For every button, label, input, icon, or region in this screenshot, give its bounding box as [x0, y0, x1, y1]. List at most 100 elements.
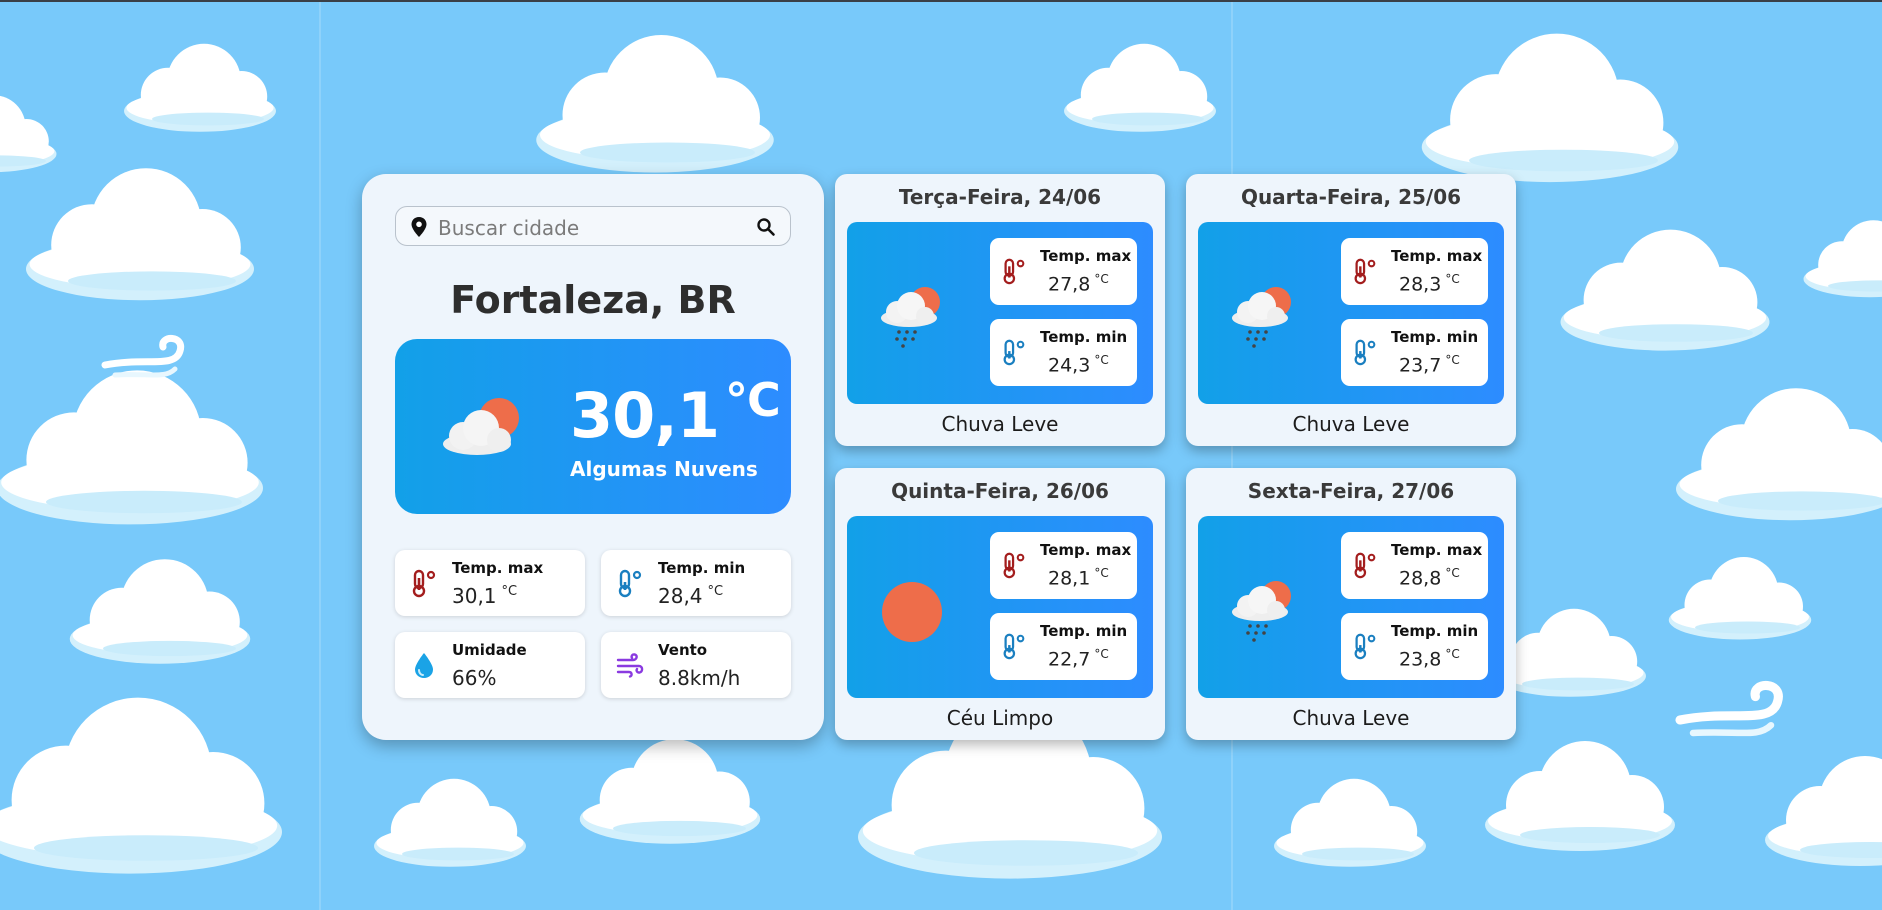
stat-wind: Vento 8.8km/h — [601, 632, 791, 698]
forecast-max-number: 28,8 — [1399, 567, 1442, 590]
temperature-unit: °C — [1094, 272, 1109, 286]
temperature-unit: °C — [1094, 647, 1109, 661]
forecast-max-number: 28,1 — [1048, 567, 1091, 590]
forecast-condition: Céu Limpo — [946, 706, 1054, 730]
forecast-temp-max: Temp. max 28,8 °C — [1341, 532, 1488, 599]
forecast-date: Quinta-Feira, 26/06 — [891, 479, 1109, 503]
stat-value: 30,1 °C — [452, 584, 517, 608]
current-temperature-value: 30,1 — [570, 379, 720, 452]
rain-cloud-sun-icon — [881, 287, 940, 348]
water-drop-icon — [415, 653, 433, 678]
forecast-min-value: 24,3 °C — [1048, 353, 1109, 376]
forecast-condition: Chuva Leve — [941, 412, 1059, 436]
forecast-temp-min: Temp. min 23,8 °C — [1341, 613, 1488, 680]
forecast-min-number: 23,7 — [1399, 354, 1442, 377]
forecast-max-label: Temp. max — [1040, 541, 1132, 559]
wind-icon — [616, 653, 644, 678]
stat-label: Temp. min — [658, 559, 746, 577]
forecast-max-value: 28,3 °C — [1399, 272, 1460, 295]
thermometer-hot-icon — [412, 569, 436, 598]
thermometer-hot-icon — [1003, 552, 1025, 579]
forecast-min-value: 23,7 °C — [1399, 353, 1460, 376]
stat-value: 28,4 °C — [658, 584, 723, 608]
forecast-temp-min: Temp. min 23,7 °C — [1341, 319, 1488, 386]
forecast-max-label: Temp. max — [1391, 541, 1483, 559]
thermometer-cold-icon — [618, 569, 642, 598]
current-weather-card: Fortaleza, BR 30,1°C Algumas Nuvens Temp… — [362, 174, 824, 740]
forecast-max-number: 28,3 — [1399, 273, 1442, 296]
search-box[interactable] — [395, 206, 791, 246]
forecast-temp-max: Temp. max 28,1 °C — [990, 532, 1137, 599]
forecast-panel: Temp. max 27,8 °C Temp. min 24,3 °C — [847, 222, 1153, 404]
forecast-min-label: Temp. min — [1391, 622, 1479, 640]
forecast-min-value: 23,8 °C — [1399, 647, 1460, 670]
thermometer-cold-icon — [1354, 339, 1376, 366]
cloud-sun-icon — [443, 398, 519, 455]
forecast-card: Quarta-Feira, 25/06 Temp. max 28,3 °C Tem… — [1186, 174, 1516, 446]
thermometer-hot-icon — [1003, 258, 1025, 285]
forecast-max-value: 28,1 °C — [1048, 566, 1109, 589]
forecast-temp-min: Temp. min 24,3 °C — [990, 319, 1137, 386]
forecast-max-value: 28,8 °C — [1399, 566, 1460, 589]
forecast-max-label: Temp. max — [1391, 247, 1483, 265]
weather-description: Algumas Nuvens — [570, 457, 758, 481]
temperature-unit: °C — [1445, 272, 1460, 286]
forecast-card: Quinta-Feira, 26/06 Temp. max 28,1 °C Tem… — [835, 468, 1165, 740]
search-icon[interactable] — [756, 217, 776, 237]
thermometer-cold-icon — [1003, 633, 1025, 660]
forecast-panel: Temp. max 28,1 °C Temp. min 22,7 °C — [847, 516, 1153, 698]
forecast-date: Quarta-Feira, 25/06 — [1240, 185, 1462, 209]
forecast-panel: Temp. max 28,8 °C Temp. min 23,8 °C — [1198, 516, 1504, 698]
stat-temp-min: Temp. min 28,4 °C — [601, 550, 791, 616]
stat-value-number: 28,4 — [658, 584, 703, 608]
forecast-temp-max: Temp. max 28,3 °C — [1341, 238, 1488, 305]
forecast-max-value: 27,8 °C — [1048, 272, 1109, 295]
forecast-min-number: 24,3 — [1048, 354, 1091, 377]
thermometer-cold-icon — [1003, 339, 1025, 366]
stat-label: Vento — [658, 641, 708, 659]
stat-value: 8.8km/h — [658, 666, 741, 690]
forecast-min-value: 22,7 °C — [1048, 647, 1109, 670]
stat-unit: °C — [501, 584, 518, 600]
current-temperature: 30,1 °C — [570, 373, 781, 452]
forecast-panel: Temp. max 28,3 °C Temp. min 23,7 °C — [1198, 222, 1504, 404]
forecast-min-label: Temp. min — [1040, 328, 1128, 346]
thermometer-hot-icon — [1354, 258, 1376, 285]
forecast-min-label: Temp. min — [1040, 622, 1128, 640]
sky-background — [0, 0, 1882, 910]
stat-label: Umidade — [452, 641, 527, 659]
current-conditions-panel: 30,1 °C Algumas Nuvens — [395, 339, 791, 514]
forecast-card: Sexta-Feira, 27/06 Temp. max 28,8 °C Temp… — [1186, 468, 1516, 740]
stat-label: Temp. max — [452, 559, 544, 577]
rain-cloud-sun-icon — [1232, 581, 1291, 642]
forecast-min-label: Temp. min — [1391, 328, 1479, 346]
temperature-unit: °C — [1445, 647, 1460, 661]
sun-icon — [882, 582, 942, 642]
forecast-card: Terça-Feira, 24/06 Temp. max 27,8 °C Temp… — [835, 174, 1165, 446]
forecast-date: Sexta-Feira, 27/06 — [1247, 479, 1455, 503]
temperature-unit: °C — [1094, 566, 1109, 580]
temperature-unit: °C — [1094, 353, 1109, 367]
forecast-date: Terça-Feira, 24/06 — [898, 185, 1102, 209]
forecast-max-label: Temp. max — [1040, 247, 1132, 265]
thermometer-hot-icon — [1354, 552, 1376, 579]
stat-value: 66% — [452, 666, 497, 690]
thermometer-cold-icon — [1354, 633, 1376, 660]
forecast-max-number: 27,8 — [1048, 273, 1091, 296]
location-pin-icon — [411, 217, 427, 237]
search-input[interactable] — [436, 213, 760, 243]
stat-humidity: Umidade 66% — [395, 632, 585, 698]
temperature-unit: °C — [1445, 566, 1460, 580]
forecast-temp-min: Temp. min 22,7 °C — [990, 613, 1137, 680]
forecast-min-number: 23,8 — [1399, 648, 1442, 671]
temperature-unit: °C — [1445, 353, 1460, 367]
forecast-condition: Chuva Leve — [1292, 706, 1410, 730]
city-name: Fortaleza, BR — [450, 278, 736, 322]
forecast-temp-max: Temp. max 27,8 °C — [990, 238, 1137, 305]
stat-value-number: 30,1 — [452, 584, 497, 608]
window-top-border — [0, 0, 1882, 2]
temperature-unit: °C — [724, 373, 781, 427]
stat-unit: °C — [707, 584, 724, 600]
rain-cloud-sun-icon — [1232, 287, 1291, 348]
stat-temp-max: Temp. max 30,1 °C — [395, 550, 585, 616]
